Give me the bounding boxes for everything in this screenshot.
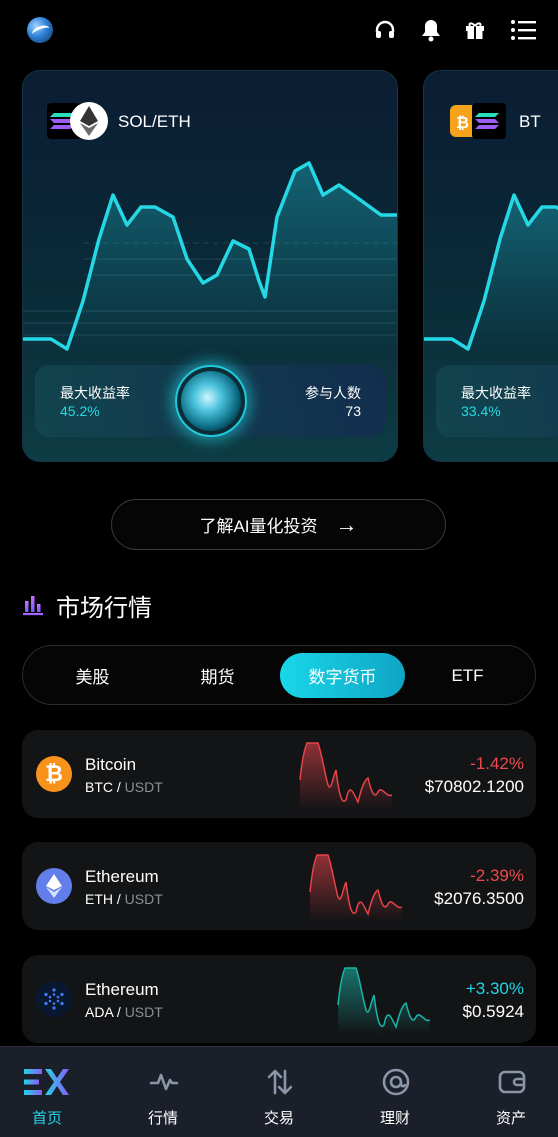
ethereum-icon (36, 868, 72, 904)
gift-icon[interactable] (462, 17, 488, 43)
nav-label-market: 行情 (147, 1110, 178, 1127)
nav-item-market[interactable]: 行情 (108, 1047, 218, 1137)
market-section-title: 市场行情 (22, 589, 152, 622)
nav-item-trade[interactable]: 交易 (224, 1047, 334, 1137)
participants-label: 参与人数 (305, 385, 361, 401)
price-change: +3.30% (465, 979, 524, 998)
bottom-nav: 首页 行情 交易 理财 资产 (0, 1046, 558, 1137)
nav-item-home[interactable]: 首页 (0, 1047, 102, 1137)
nav-item-assets[interactable]: 资产 (456, 1047, 558, 1137)
bell-icon[interactable] (418, 17, 444, 43)
strategy-card[interactable]: SOL/ETH 最大收益率 45.2% 参与人数 73 (22, 70, 398, 462)
headset-icon[interactable] (372, 17, 398, 43)
max-yield-label: 最大收益率 (461, 385, 531, 401)
wallet-icon (498, 1070, 526, 1094)
price-change: -1.42% (470, 754, 524, 773)
learn-ai-investing-button[interactable]: 了解AI量化投资 → (111, 499, 446, 550)
bar-chart-icon (23, 596, 43, 616)
tab-us-stocks[interactable]: 美股 (30, 653, 155, 698)
bitcoin-icon: ₿ (36, 756, 72, 792)
coin-pair: ETH / USDT (85, 891, 163, 907)
ex-logo-icon (24, 1069, 69, 1095)
coin-price: $70802.1200 (424, 777, 524, 796)
strategy-carousel[interactable]: SOL/ETH 最大收益率 45.2% 参与人数 73 ₿ BT 最大收益率 3… (0, 70, 558, 462)
participants-value: 73 (345, 403, 361, 419)
strategy-card[interactable]: ₿ BT 最大收益率 33.4% (423, 70, 558, 462)
market-row[interactable]: Ethereum ADA / USDT +3.30% $0.5924 (22, 955, 536, 1043)
coin-price: $2076.3500 (434, 889, 524, 908)
finance-at-icon (382, 1068, 410, 1096)
tab-futures[interactable]: 期货 (155, 653, 280, 698)
top-header (0, 0, 558, 60)
yield-chart (424, 193, 558, 351)
pair-logo-icon: ₿ (448, 101, 510, 141)
coin-pair: ADA / USDT (85, 1004, 163, 1020)
mini-trend-chart (337, 967, 431, 1035)
max-yield-value: 45.2% (60, 403, 100, 419)
card-stats: 最大收益率 33.4% (436, 365, 558, 437)
mini-trend-chart (309, 854, 403, 922)
ai-orb-icon (175, 365, 247, 437)
mini-trend-chart (299, 742, 393, 810)
pulse-icon (149, 1073, 179, 1091)
pair-logo-icon (47, 101, 109, 141)
coin-name: Bitcoin (85, 755, 137, 774)
menu-icon[interactable] (510, 17, 536, 43)
market-tabs: 美股 期货 数字货币 ETF (22, 645, 536, 705)
max-yield-value: 33.4% (461, 403, 501, 419)
coin-price: $0.5924 (462, 1002, 524, 1021)
learn-button-label: 了解AI量化投资 (199, 517, 318, 536)
pair-name: SOL/ETH (118, 112, 191, 131)
price-change: -2.39% (470, 866, 524, 885)
market-row[interactable]: Ethereum ETH / USDT -2.39% $2076.3500 (22, 842, 536, 930)
tab-etf[interactable]: ETF (405, 653, 530, 698)
max-yield-label: 最大收益率 (60, 385, 130, 401)
svg-text:₿: ₿ (456, 113, 469, 132)
nav-label-finance: 理财 (379, 1110, 410, 1127)
swap-arrows-icon (267, 1069, 293, 1095)
coin-pair: BTC / USDT (85, 779, 163, 795)
market-row[interactable]: ₿ Bitcoin BTC / USDT -1.42% $70802.1200 (22, 730, 536, 818)
tab-crypto[interactable]: 数字货币 (280, 653, 405, 698)
coin-name: Ethereum (85, 980, 159, 999)
nav-label-assets: 资产 (495, 1110, 526, 1127)
arrow-right-icon: → (335, 511, 358, 537)
cardano-icon (36, 981, 72, 1017)
coin-name: Ethereum (85, 867, 159, 886)
market-title: 市场行情 (56, 594, 152, 622)
nav-label-home: 首页 (31, 1110, 62, 1127)
nav-item-finance[interactable]: 理财 (340, 1047, 450, 1137)
app-logo[interactable] (27, 17, 53, 43)
yield-chart (23, 161, 397, 351)
pair-name: BT (519, 112, 541, 131)
nav-label-trade: 交易 (263, 1110, 294, 1127)
